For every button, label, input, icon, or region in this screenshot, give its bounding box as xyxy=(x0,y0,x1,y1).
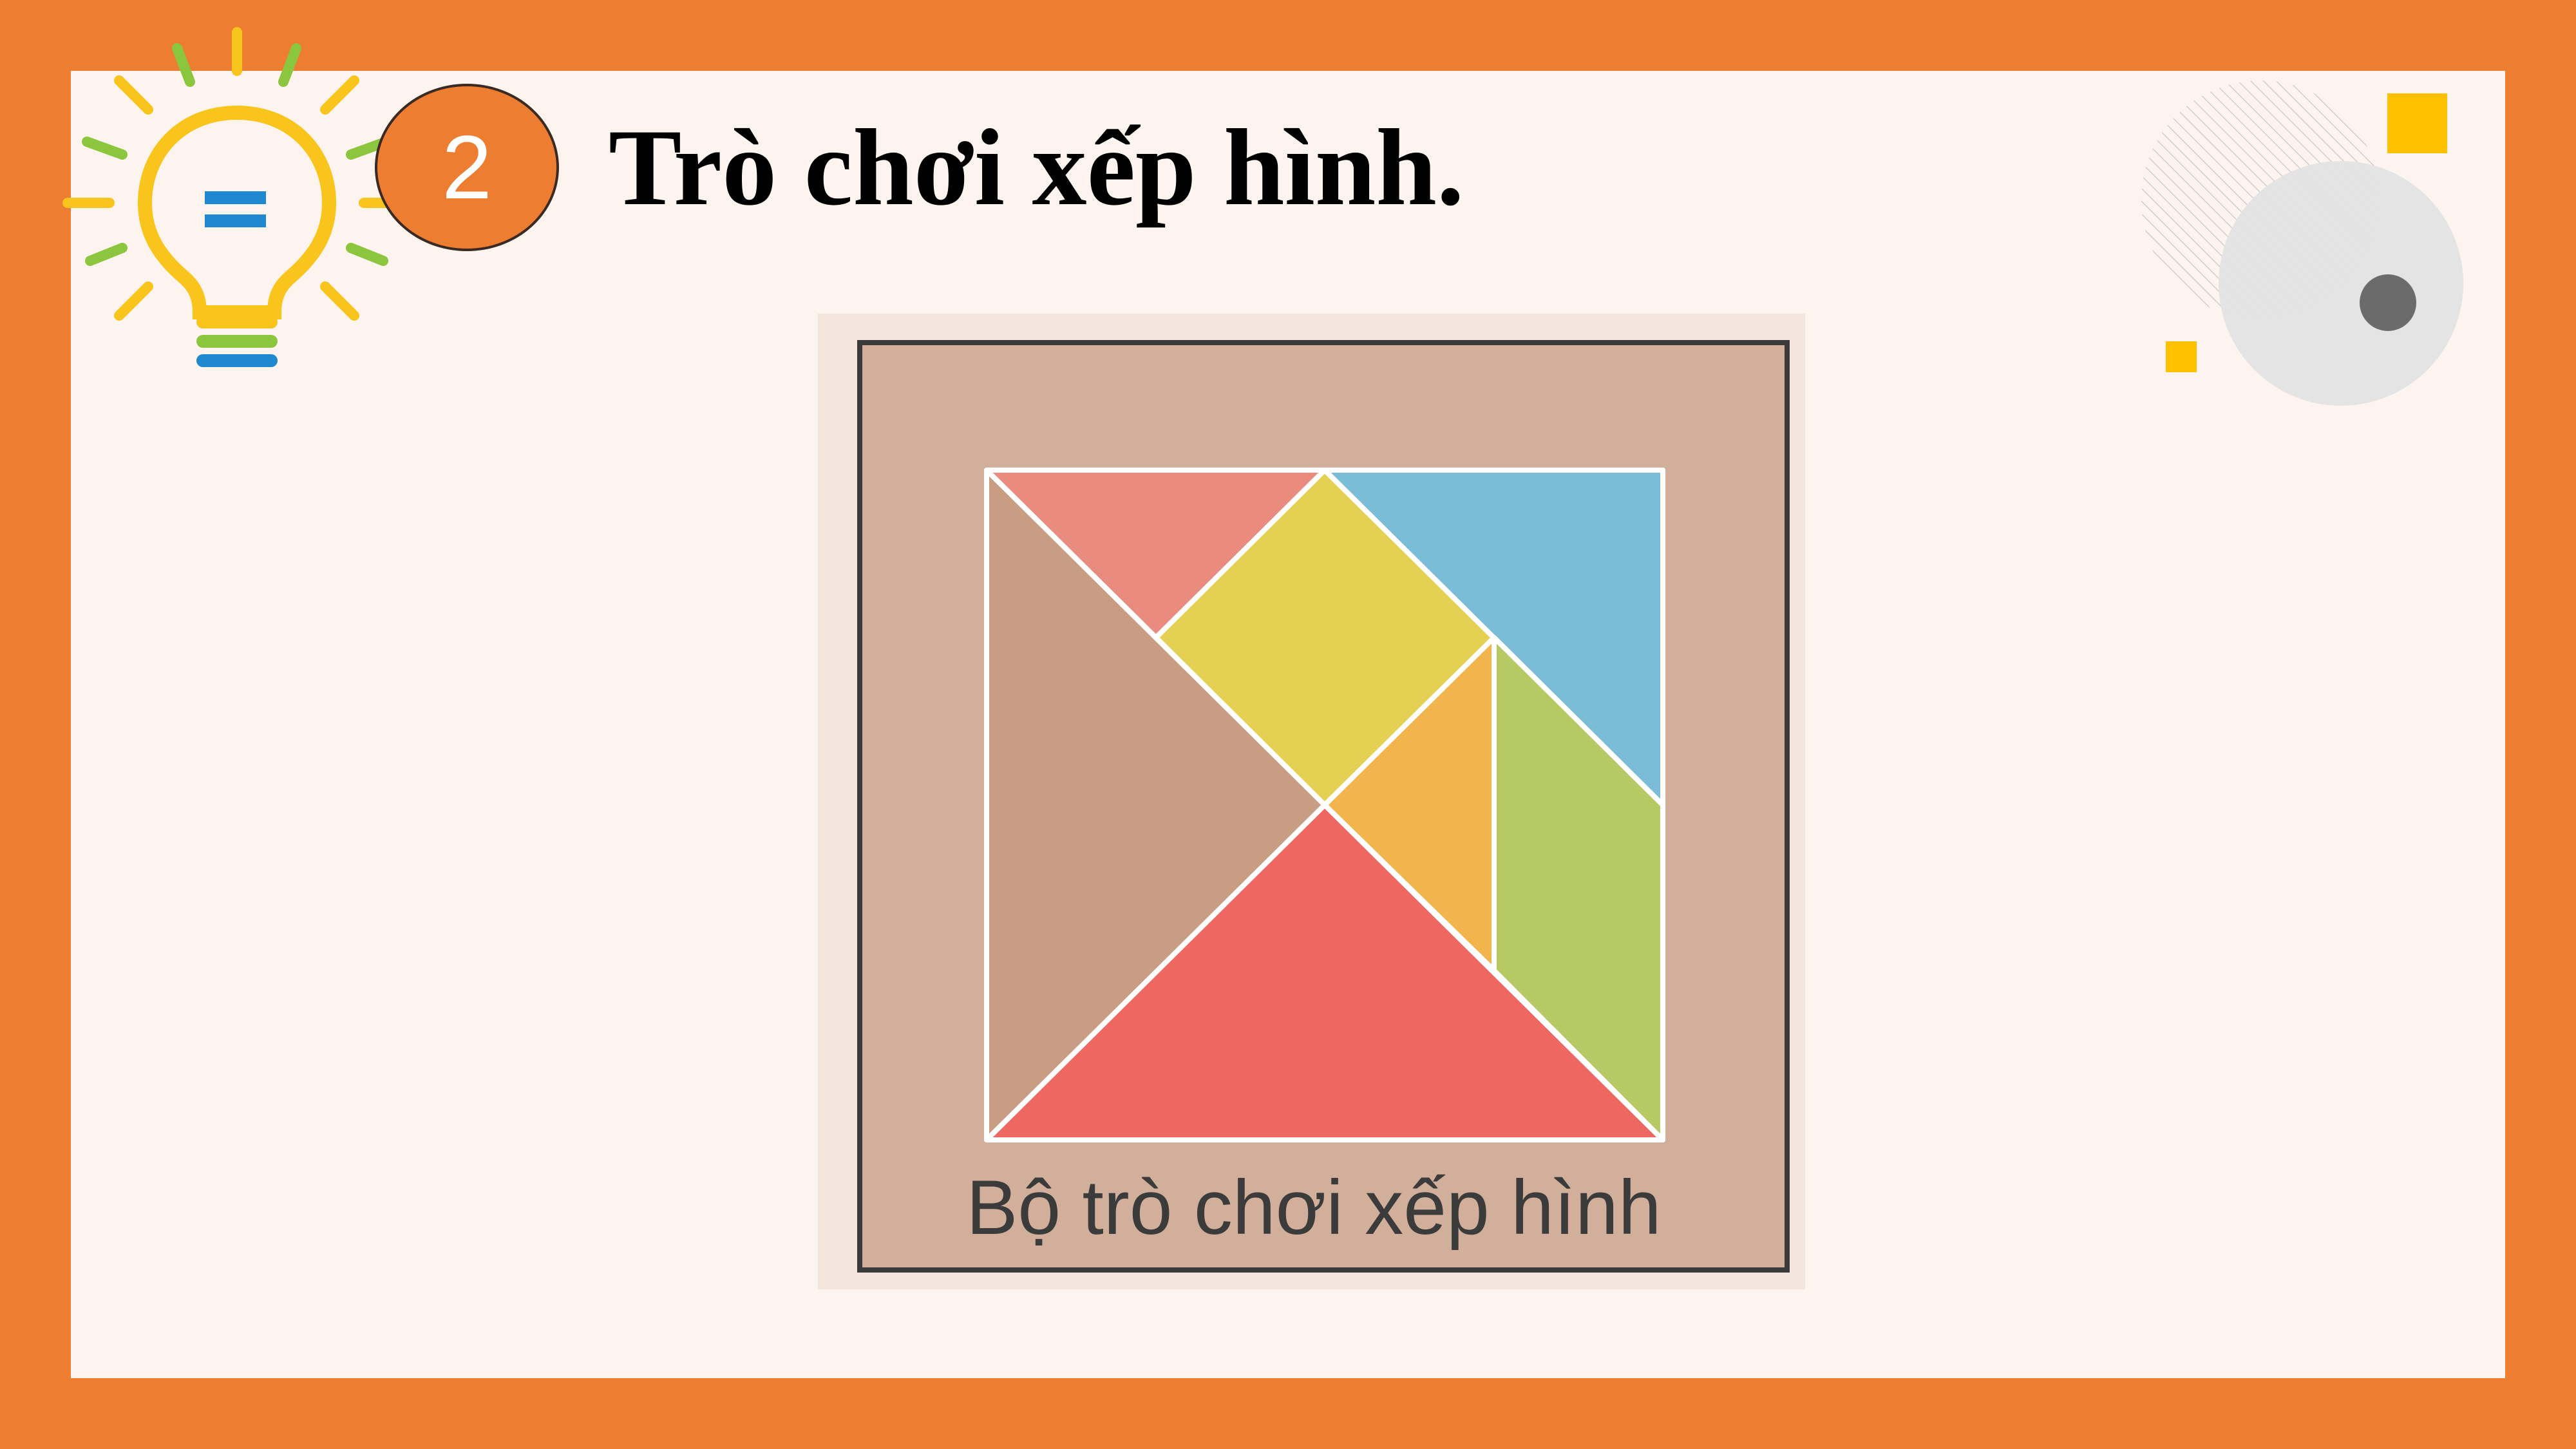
slide-title: Trò chơi xếp hình. xyxy=(609,107,1464,228)
figure-caption: Bộ trò chơi xếp hình xyxy=(966,1164,1662,1251)
tangram-figure xyxy=(818,314,1805,1289)
lightbulb-icon xyxy=(62,27,411,367)
decorative-circles xyxy=(2141,80,2463,406)
slide-number-badge: 2 xyxy=(375,84,559,251)
slide: 2 Trò chơi xếp hình. Bộ trò chơi xếp hìn… xyxy=(0,0,2576,1449)
